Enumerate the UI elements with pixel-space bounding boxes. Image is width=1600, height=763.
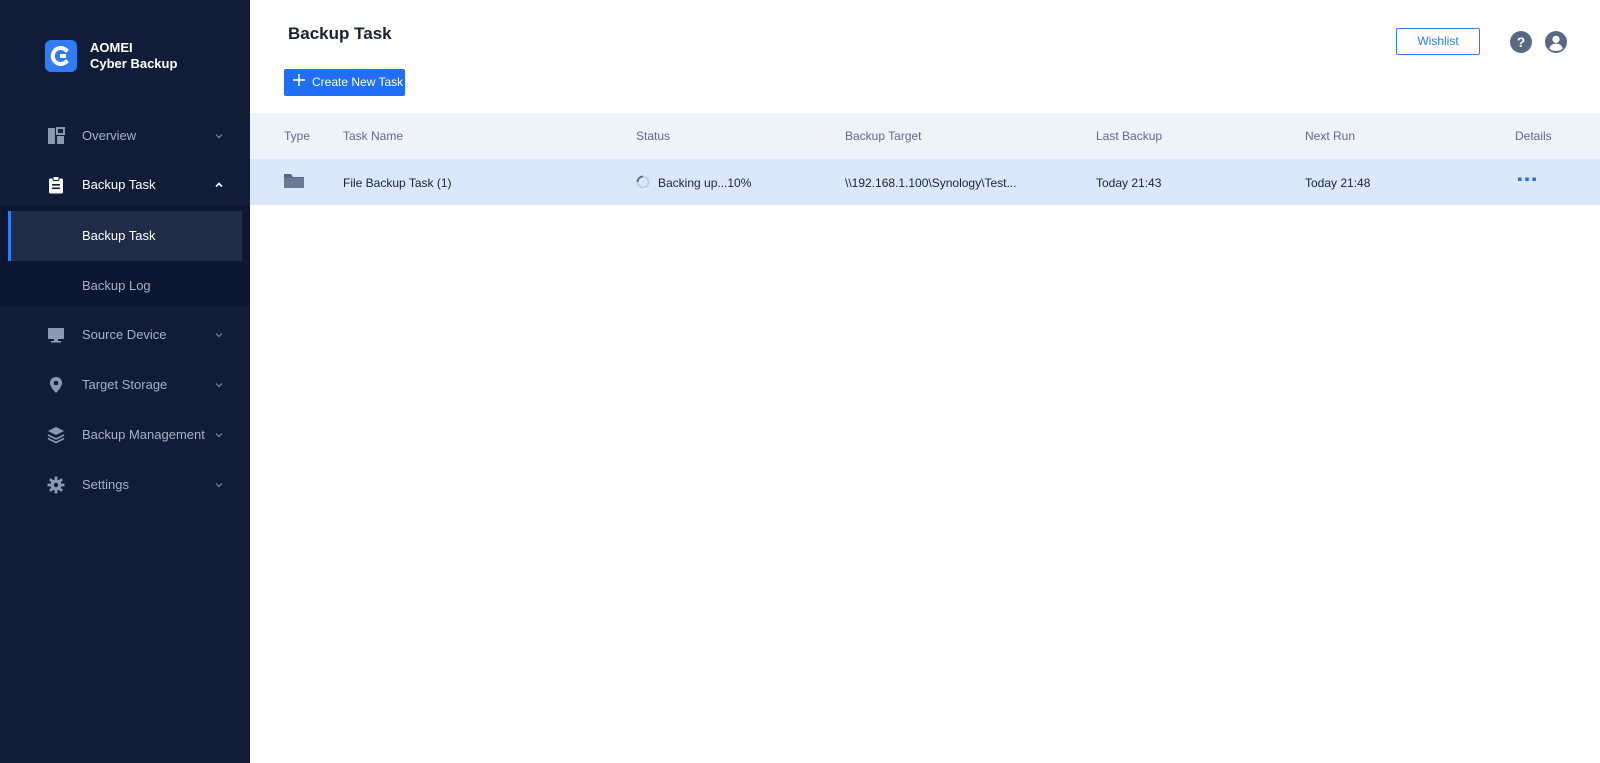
help-icon[interactable]: ? [1510,31,1532,53]
create-new-task-label: Create New Task [312,75,404,89]
brand-line-1: AOMEI [90,40,133,55]
chevron-up-icon [215,182,223,188]
layers-icon [47,427,65,444]
sidebar-item-source-device[interactable]: Source Device [0,315,250,355]
sidebar-item-backup-management[interactable]: Backup Management [0,415,250,455]
column-header-task-name: Task Name [343,129,404,143]
column-header-backup-target: Backup Target [845,129,922,143]
app-logo: AOMEI Cyber Backup [45,40,177,72]
gear-icon [47,476,65,494]
monitor-icon [48,328,64,343]
user-avatar-icon[interactable] [1545,31,1567,53]
column-header-status: Status [636,129,671,143]
column-header-next-run: Next Run [1305,129,1356,143]
loading-spinner-icon [636,175,650,189]
plus-icon [293,74,305,86]
sidebar-item-target-storage[interactable]: Target Storage [0,365,250,405]
sidebar-item-label: Backup Task [82,177,156,192]
sidebar-item-label: Settings [82,477,129,492]
last-backup-cell: Today 21:43 [1096,176,1162,190]
column-header-details: Details [1515,129,1552,143]
backup-target-cell: \\192.168.1.100\Synology\Test... [845,176,1017,190]
column-header-last-backup: Last Backup [1096,129,1163,143]
column-header-type: Type [284,129,311,143]
folder-icon [284,174,304,188]
aomei-logo-icon [45,40,77,72]
sidebar-item-label: Target Storage [82,377,168,392]
chevron-down-icon [215,433,223,438]
page-title: Backup Task [288,24,392,43]
sidebar: AOMEI Cyber Backup Overview Backup Task … [0,0,250,763]
sidebar-item-label: Backup Management [82,427,205,442]
sidebar-subitem-label: Backup Log [82,278,151,293]
next-run-cell: Today 21:48 [1305,176,1371,190]
sidebar-item-settings[interactable]: Settings [0,465,250,505]
clipboard-icon [49,176,63,194]
more-dots-icon[interactable] [1517,173,1537,185]
chevron-down-icon [215,134,223,139]
table-row[interactable]: File Backup Task (1) Backing up...10% \\… [250,159,1600,205]
dashboard-icon [48,127,65,144]
create-new-task-button[interactable]: Create New Task [284,69,405,96]
wishlist-button[interactable]: Wishlist [1396,28,1480,55]
sidebar-item-backup-task[interactable]: Backup Task [0,165,250,205]
sidebar-item-label: Source Device [82,327,167,342]
sidebar-subitem-backup-log[interactable]: Backup Log [8,261,242,311]
table-header: Type Task Name Status Backup Target Last… [250,113,1600,159]
chevron-down-icon [215,333,223,338]
chevron-down-icon [215,483,223,488]
sidebar-item-label: Overview [82,128,137,143]
location-pin-icon [50,377,62,393]
chevron-down-icon [215,383,223,388]
task-name-cell: File Backup Task (1) [343,176,452,190]
svg-text:?: ? [1517,34,1526,50]
sidebar-item-overview[interactable]: Overview [0,116,250,156]
brand-line-2: Cyber Backup [90,56,178,71]
sidebar-subitem-label: Backup Task [82,228,156,243]
sidebar-subitem-backup-task[interactable]: Backup Task [8,211,242,261]
status-cell: Backing up...10% [658,176,752,190]
